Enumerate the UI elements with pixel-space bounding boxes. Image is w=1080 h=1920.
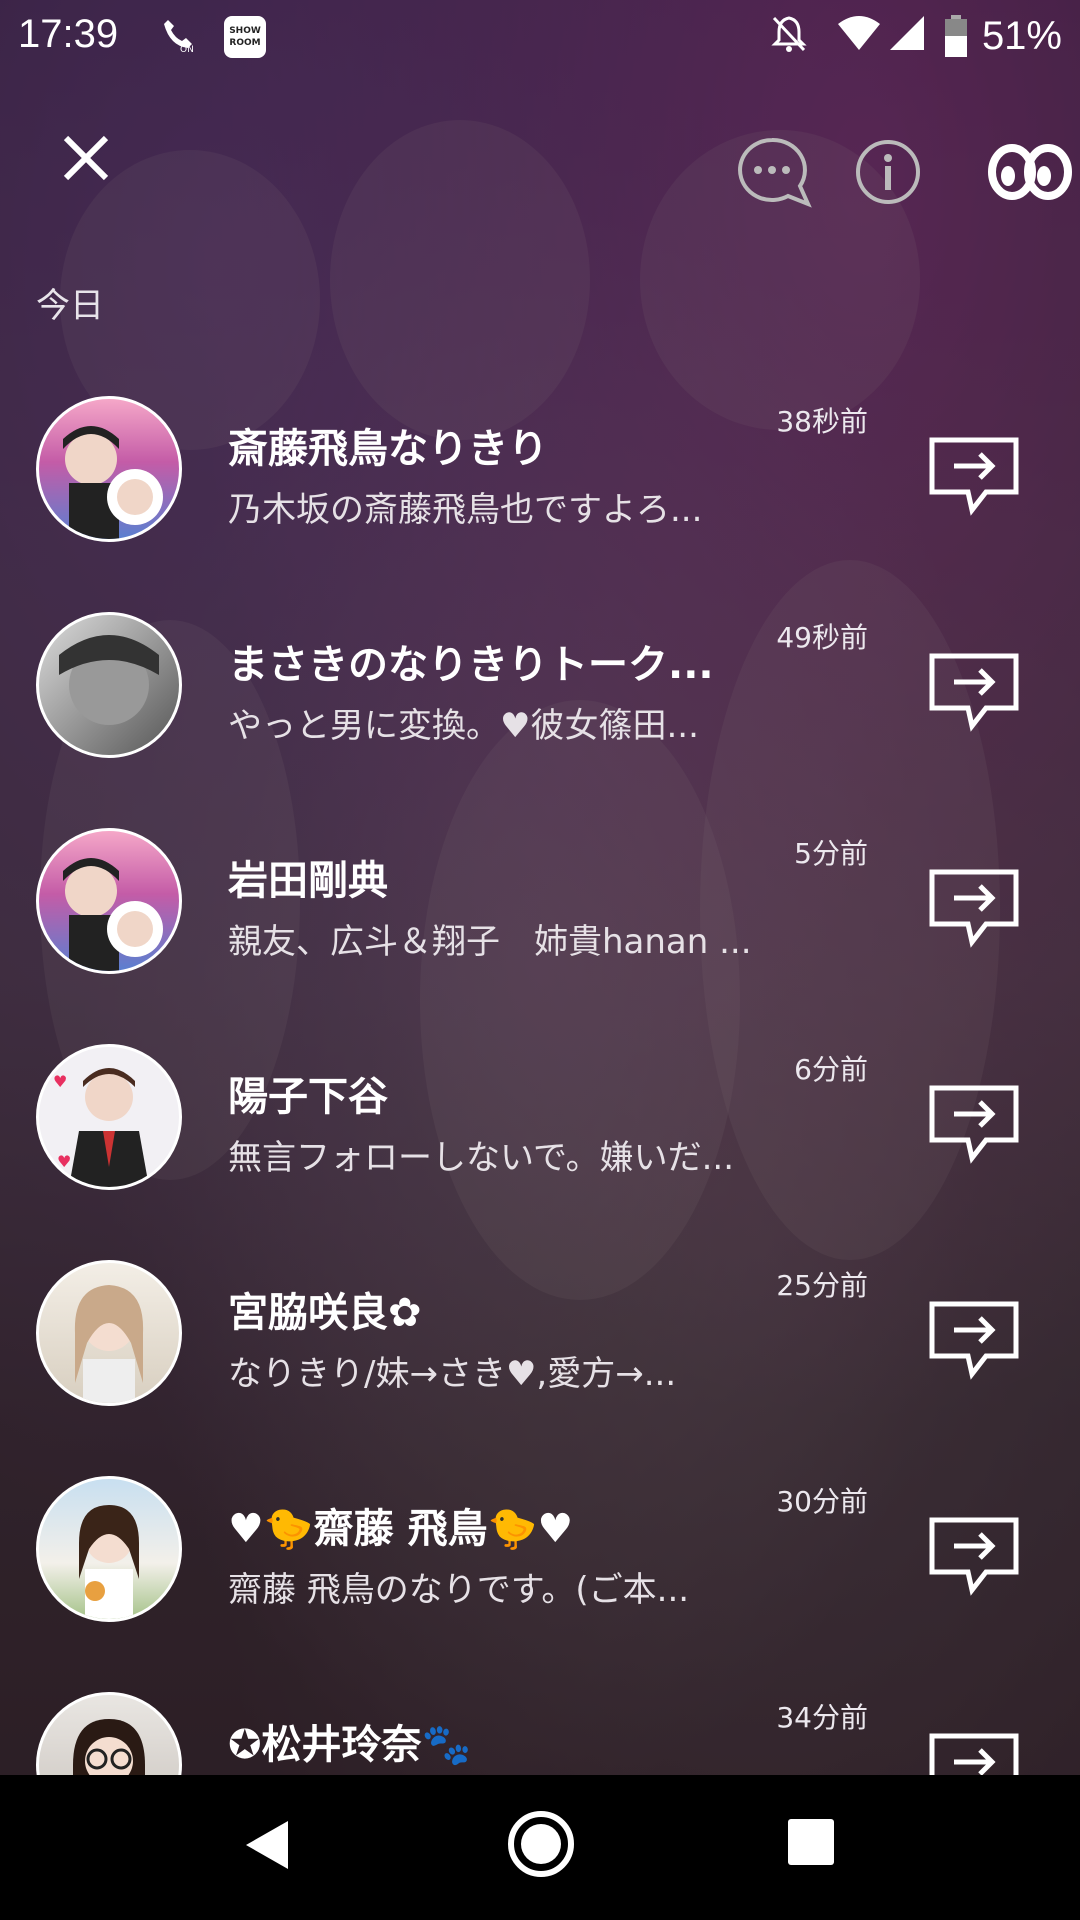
avatar [36, 1260, 182, 1406]
svg-text:♥: ♥ [57, 1152, 71, 1171]
recents-button[interactable] [786, 1817, 836, 1871]
list-item[interactable]: 岩田剛典 親友、広斗＆翔子 姉貴hanan ... 5分前 [0, 818, 1080, 1034]
enter-arrow-icon [929, 1733, 1019, 1775]
back-triangle-icon [246, 1821, 288, 1869]
svg-text:ON: ON [180, 45, 194, 54]
conversation-time: 38秒前 [776, 405, 868, 438]
section-today: 今日 [36, 286, 104, 326]
enter-button[interactable] [928, 868, 1020, 950]
conversation-name: 岩田剛典 [228, 858, 388, 904]
conversation-time: 25分前 [776, 1269, 868, 1302]
enter-button[interactable] [928, 652, 1020, 734]
conversation-name: 斎藤飛鳥なりきり [228, 426, 548, 472]
enter-button[interactable] [928, 1084, 1020, 1166]
conversation-name: まさきのなりきりトーク... [228, 642, 714, 688]
info-button[interactable] [842, 126, 934, 218]
avatar [36, 828, 182, 974]
enter-arrow-icon [929, 653, 1019, 732]
signal-icon [888, 14, 926, 63]
conversation-time: 6分前 [794, 1053, 868, 1086]
enter-arrow-icon [929, 1517, 1019, 1596]
enter-arrow-icon [929, 1301, 1019, 1380]
navigation-bar [0, 1775, 1080, 1920]
conversation-time: 49秒前 [776, 621, 868, 654]
avatar [36, 1476, 182, 1622]
call-icon: ON [158, 14, 198, 63]
enter-button[interactable] [928, 1732, 1020, 1775]
status-time: 17:39 [18, 12, 119, 56]
recents-square-icon [788, 1819, 834, 1865]
conversation-preview: 齋藤 飛鳥のなりです。(ご本... [228, 1570, 690, 1610]
enter-button[interactable] [928, 436, 1020, 518]
battery-percent: 51% [981, 14, 1062, 58]
enter-button[interactable] [928, 1300, 1020, 1382]
close-icon [63, 135, 109, 181]
conversation-preview: 無言フォローしないで。嫌いだ... [228, 1138, 735, 1178]
conversation-name: ♥🐤齋藤 飛鳥🐤♥ [228, 1506, 574, 1552]
avatar: ♥ ♥ [36, 1044, 182, 1190]
enter-arrow-icon [929, 869, 1019, 948]
enter-button[interactable] [928, 1516, 1020, 1598]
home-button[interactable] [506, 1809, 576, 1883]
list-item[interactable]: 斎藤飛鳥なりきり 乃木坂の斎藤飛鳥也ですよろ... 38秒前 [0, 386, 1080, 602]
list-item[interactable]: ♥ ♥ 陽子下谷 無言フォローしないで。嫌いだ... 6分前 [0, 1034, 1080, 1250]
avatar [36, 396, 182, 542]
eyes-icon [988, 144, 1072, 200]
close-button[interactable] [58, 130, 114, 186]
conversation-name: 宮脇咲良✿ [228, 1290, 422, 1336]
wifi-icon [836, 14, 882, 63]
conversation-preview: やっと男に変換。♥彼女篠田... [228, 706, 699, 746]
enter-arrow-icon [929, 437, 1019, 516]
conversation-name: ✪松井玲奈🐾 [228, 1722, 472, 1768]
showroom-app-icon: SHOW ROOM [224, 16, 266, 58]
avatar [36, 1692, 182, 1775]
avatar [36, 612, 182, 758]
status-bar: 17:39 ON SHOW ROOM 51% [0, 0, 1080, 76]
svg-text:♥: ♥ [53, 1072, 67, 1091]
conversation-name: 陽子下谷 [228, 1074, 388, 1120]
info-icon [856, 140, 920, 204]
conversation-preview: 親友、広斗＆翔子 姉貴hanan ... [228, 922, 752, 962]
enter-arrow-icon [929, 1085, 1019, 1164]
back-button[interactable] [240, 1815, 296, 1879]
home-circle-icon [508, 1811, 574, 1877]
conversation-preview: 乃木坂の斎藤飛鳥也ですよろ... [228, 490, 703, 530]
list-item[interactable]: ✪松井玲奈🐾 34分前 [0, 1682, 1080, 1775]
list-item[interactable]: ♥🐤齋藤 飛鳥🐤♥ 齋藤 飛鳥のなりです。(ご本... 30分前 [0, 1466, 1080, 1682]
list-item[interactable]: 宮脇咲良✿ なりきり/妹→さき♥,愛方→... 25分前 [0, 1250, 1080, 1466]
chat-button[interactable] [726, 126, 818, 218]
conversation-time: 34分前 [776, 1701, 868, 1734]
list-item[interactable]: まさきのなりきりトーク... やっと男に変換。♥彼女篠田... 49秒前 [0, 602, 1080, 818]
conversation-time: 30分前 [776, 1485, 868, 1518]
battery-icon [944, 14, 968, 67]
watch-button[interactable] [976, 126, 1080, 218]
mute-icon [770, 14, 808, 63]
conversation-time: 5分前 [794, 837, 868, 870]
chat-bubble-icon [738, 137, 812, 208]
conversation-preview: なりきり/妹→さき♥,愛方→... [228, 1354, 677, 1394]
